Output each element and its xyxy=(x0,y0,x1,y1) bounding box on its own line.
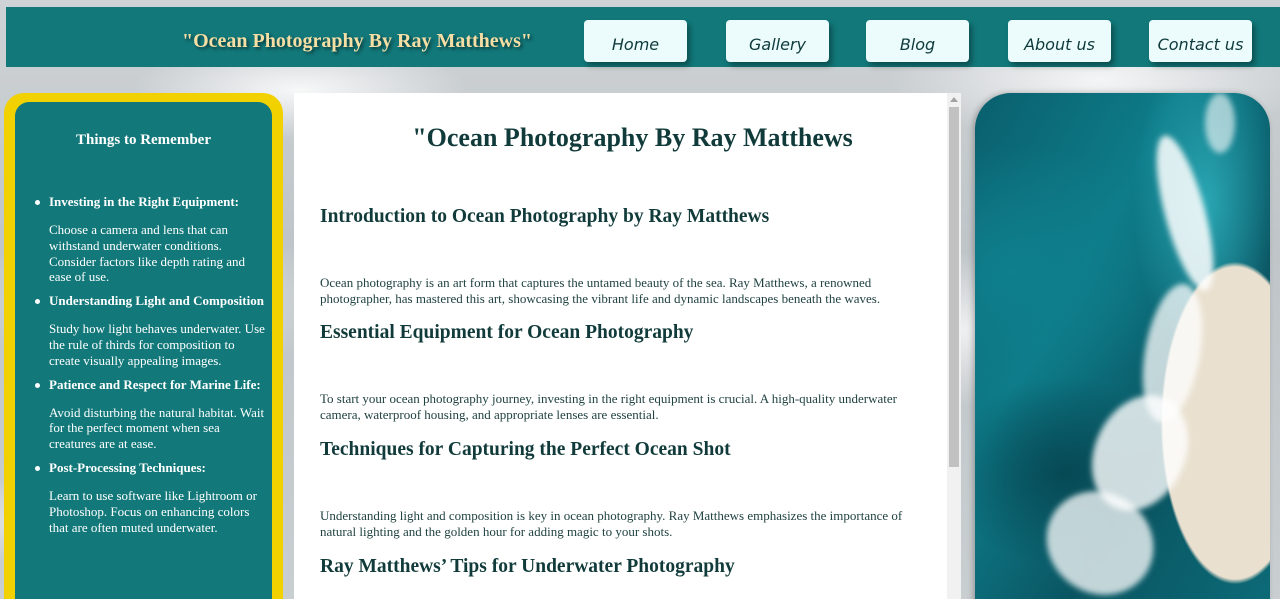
section-text: Ocean photography is an art form that ca… xyxy=(320,275,881,306)
tip-title: Patience and Respect for Marine Life: xyxy=(49,376,261,392)
scroll-up-icon[interactable] xyxy=(950,97,958,102)
tip-body: Study how light behaves underwater. Use … xyxy=(49,321,265,368)
main-content[interactable]: "Ocean Photography By Ray Matthews Intro… xyxy=(294,93,961,599)
sidebar: Things to Remember Investing in the Righ… xyxy=(15,102,272,599)
page-title: "Ocean Photography By Ray Matthews xyxy=(412,123,853,152)
wave-foam xyxy=(1144,130,1226,296)
tip-body: Choose a camera and lens that can withst… xyxy=(49,222,246,285)
list-item: Investing in the Right Equipment: Choose… xyxy=(35,194,267,285)
sidebar-title: Things to Remember xyxy=(76,132,211,148)
wave-foam xyxy=(1205,93,1235,153)
section-heading: Essential Equipment for Ocean Photograph… xyxy=(320,322,694,343)
section-heading: Introduction to Ocean Photography by Ray… xyxy=(320,206,770,227)
section-text: To start your ocean photography journey,… xyxy=(320,391,897,422)
section-text: Understanding light and composition is k… xyxy=(320,508,903,539)
section-heading: Ray Matthews’ Tips for Underwater Photog… xyxy=(320,556,735,577)
tip-title: Post-Processing Techniques: xyxy=(49,459,206,475)
tip-body: Avoid disturbing the natural habitat. Wa… xyxy=(49,404,265,452)
list-item: Post-Processing Techniques: Learn to use… xyxy=(35,460,267,535)
tip-body: Learn to use software like Lightroom or … xyxy=(49,487,257,535)
nav-contact-button[interactable]: Contact us xyxy=(1149,20,1252,62)
nav-about-button[interactable]: About us xyxy=(1008,20,1111,62)
nav-gallery-button[interactable]: Gallery xyxy=(726,20,829,62)
list-item: Understanding Light and Composition Stud… xyxy=(35,293,267,368)
ocean-photo xyxy=(975,93,1270,599)
header-bar: "Ocean Photography By Ray Matthews" Home… xyxy=(6,7,1280,67)
site-title: "Ocean Photography By Ray Matthews" xyxy=(182,30,532,52)
nav-home-button[interactable]: Home xyxy=(584,20,687,62)
tip-title: Investing in the Right Equipment: xyxy=(49,194,239,209)
scrollbar[interactable] xyxy=(947,93,961,599)
scroll-thumb[interactable] xyxy=(949,107,959,467)
tip-title: Understanding Light and Composition xyxy=(49,293,264,309)
tips-list: Investing in the Right Equipment: Choose… xyxy=(35,194,267,543)
section-heading: Techniques for Capturing the Perfect Oce… xyxy=(320,439,731,460)
nav-blog-button[interactable]: Blog xyxy=(866,20,969,62)
list-item: Patience and Respect for Marine Life: Av… xyxy=(35,377,267,452)
